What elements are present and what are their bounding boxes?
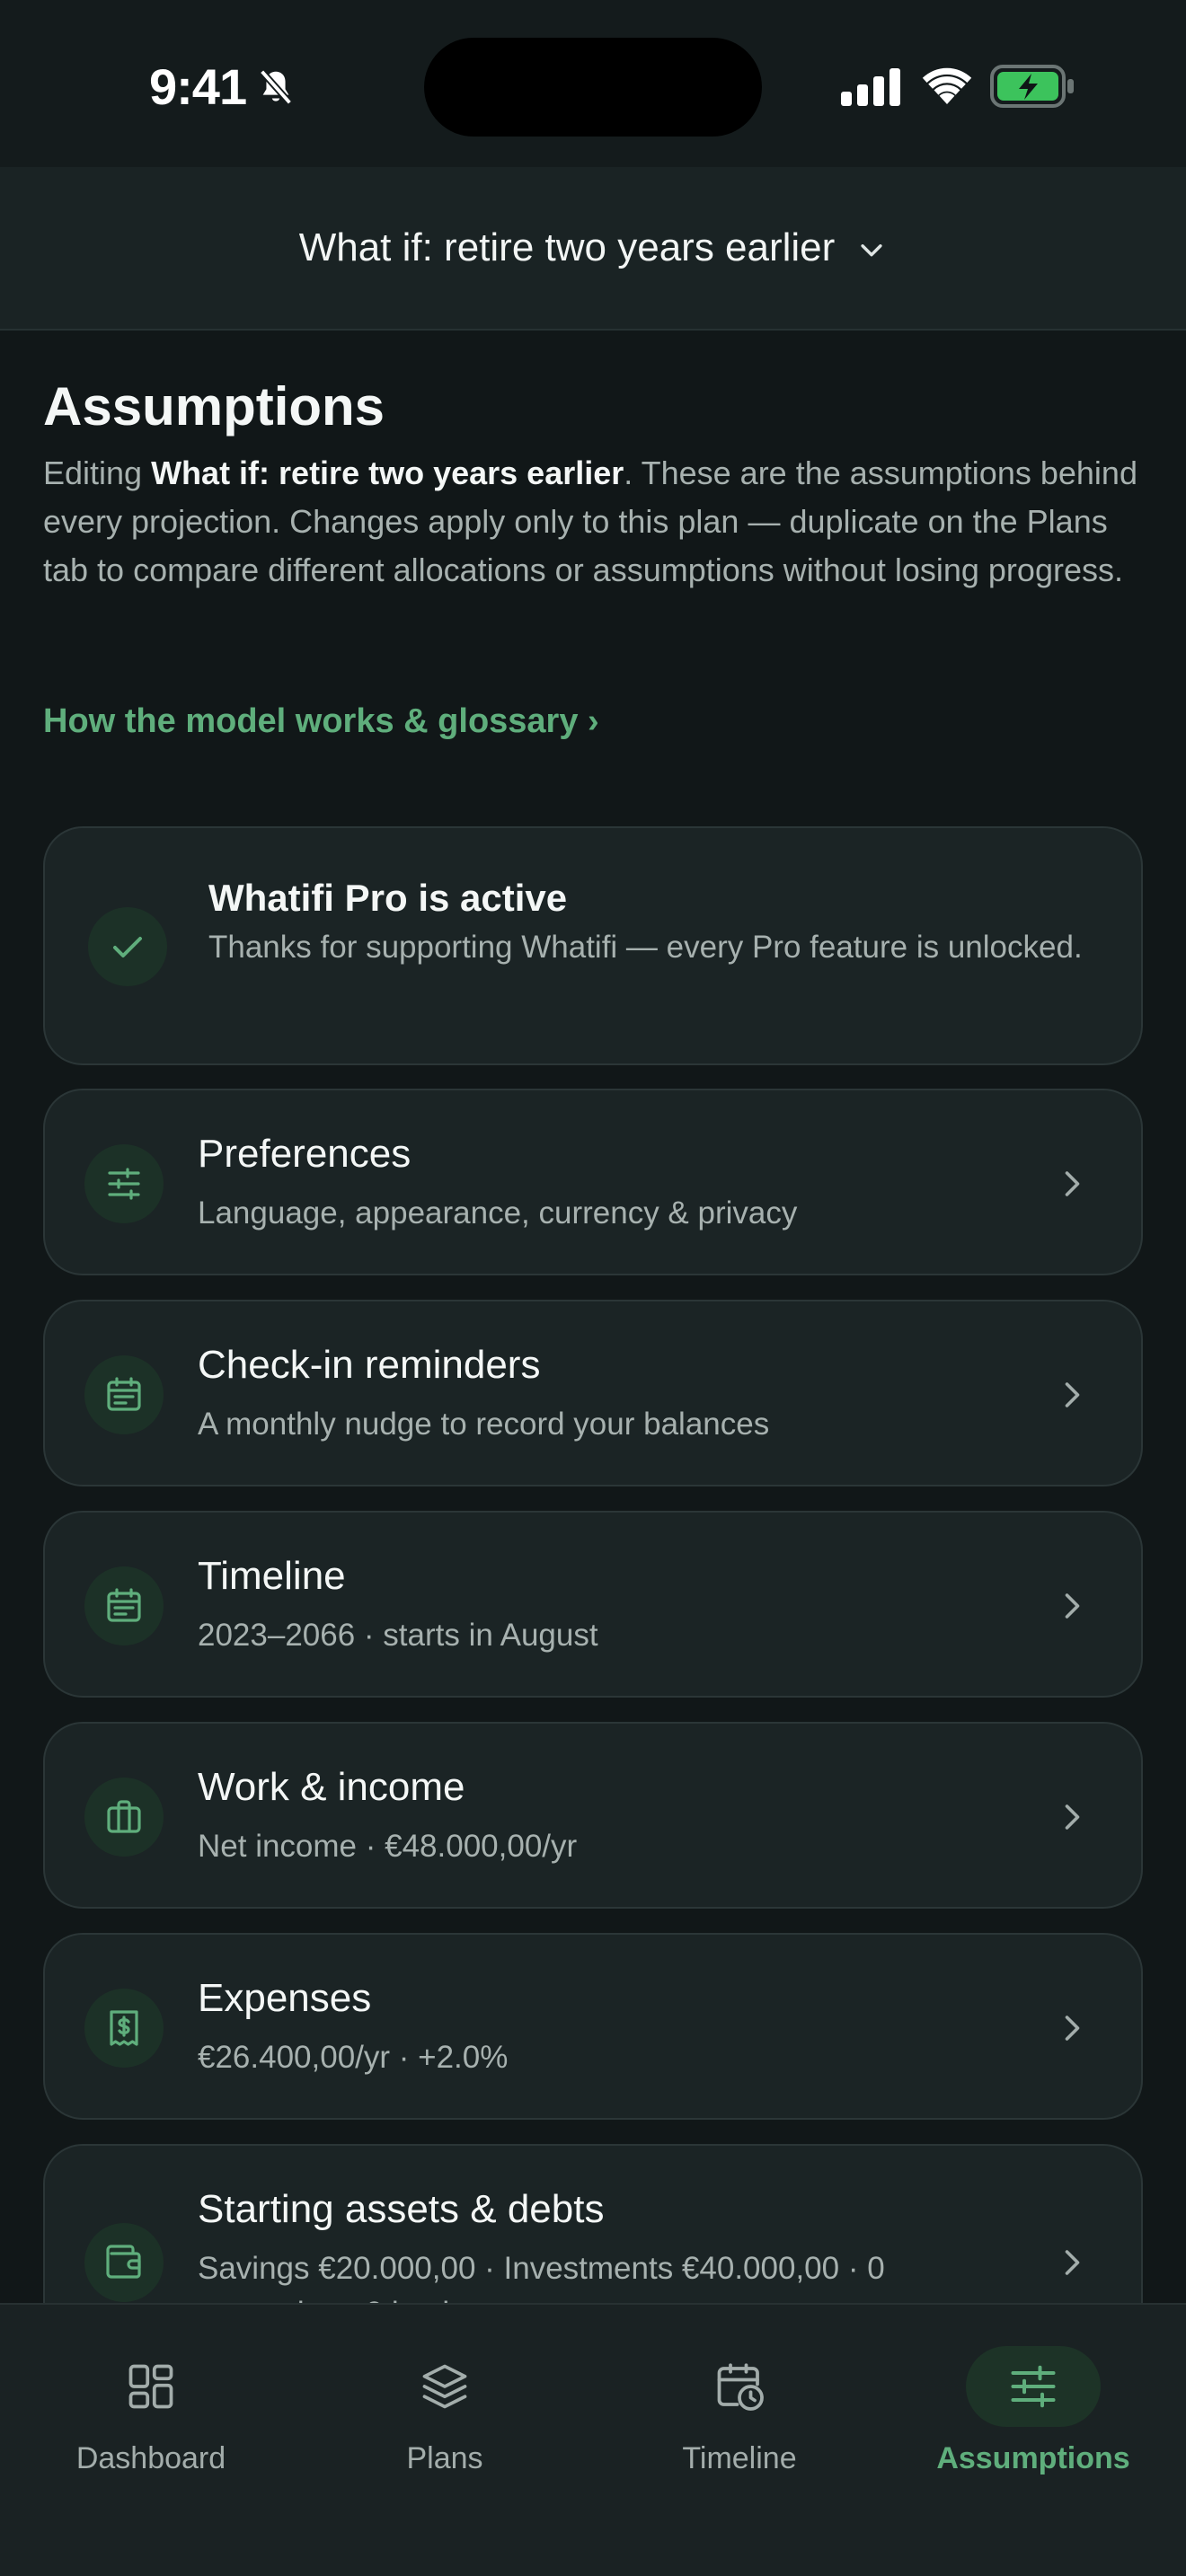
assets-icon-badge: [84, 2223, 164, 2302]
chevron-right-icon: [1065, 1382, 1080, 1407]
chevron-down-icon: [861, 244, 882, 257]
preferences-icon-badge: [84, 1144, 164, 1223]
checkmark-icon: [113, 937, 142, 957]
bell-muted-icon: [259, 69, 293, 105]
settings-row-title: Work & income: [198, 1765, 465, 1809]
status-time: 9:41: [149, 58, 247, 115]
settings-row-work-income[interactable]: Work & income Net income · €48.000,00/yr: [43, 1722, 1143, 1909]
tab-label: Plans: [406, 2441, 483, 2475]
tab-label: Timeline: [682, 2441, 797, 2475]
calendar-icon: [107, 1588, 141, 1622]
dashboard-icon: [128, 2364, 173, 2409]
settings-row-subtitle: €26.400,00/yr · +2.0%: [198, 2040, 509, 2075]
settings-row-subtitle: Net income · €48.000,00/yr: [198, 1829, 578, 1864]
plan-title: What if: retire two years earlier: [298, 225, 836, 269]
dynamic-island: [424, 38, 762, 137]
reminders-icon-badge: [84, 1355, 164, 1434]
tab-timeline[interactable]: Timeline: [623, 2346, 856, 2490]
settings-row-subtitle: Language, appearance, currency & privacy: [198, 1195, 798, 1231]
status-bar: 9:41: [0, 0, 1186, 167]
settings-row-subtitle: 2023–2066 · starts in August: [198, 1618, 598, 1653]
pro-check-badge: [88, 907, 167, 986]
tab-dashboard[interactable]: Dashboard: [34, 2346, 268, 2490]
page-title: Assumptions: [43, 376, 385, 437]
settings-row-subtitle: Savings €20.000,00 · Investments €40.000…: [198, 2251, 885, 2286]
calendar-icon: [107, 1377, 141, 1411]
settings-row-preferences[interactable]: Preferences Language, appearance, curren…: [43, 1089, 1143, 1275]
intro-plan-name: What if: retire two years earlier: [151, 454, 624, 491]
battery-charging-icon: [990, 65, 1074, 108]
settings-row-title: Preferences: [198, 1132, 412, 1176]
chevron-right-icon: [1065, 1171, 1080, 1196]
receipt-icon: [110, 2010, 138, 2046]
calendar-clock-icon: [717, 2363, 764, 2411]
income-icon-badge: [84, 1778, 164, 1857]
settings-row-title: Expenses: [198, 1976, 372, 2020]
pro-status-card: Whatifi Pro is active Thanks for support…: [43, 826, 1143, 1065]
settings-row-check-in-reminders[interactable]: Check-in reminders A monthly nudge to re…: [43, 1300, 1143, 1486]
cellular-signal-icon: [841, 68, 900, 106]
tab-plans[interactable]: Plans: [328, 2346, 562, 2490]
tab-assumptions[interactable]: Assumptions: [916, 2346, 1150, 2490]
pro-card-subtitle: Thanks for supporting Whatifi — every Pr…: [208, 930, 1083, 965]
chevron-right-icon: [1065, 1804, 1080, 1830]
tab-icon-wrap: [672, 2346, 807, 2427]
settings-row-title: Starting assets & debts: [198, 2187, 605, 2231]
pro-card-title: Whatifi Pro is active: [208, 877, 568, 919]
settings-row-expenses[interactable]: Expenses €26.400,00/yr · +2.0%: [43, 1933, 1143, 2120]
wallet-icon: [106, 2245, 141, 2279]
timeline-icon-badge: [84, 1566, 164, 1645]
tab-icon-wrap: [84, 2346, 218, 2427]
plan-switcher[interactable]: What if: retire two years earlier: [0, 167, 1186, 331]
tab-icon-wrap: [966, 2346, 1101, 2427]
glossary-link[interactable]: How the model works & glossary ›: [43, 702, 599, 741]
intro-prefix: Editing: [43, 454, 152, 491]
settings-row-subtitle: A monthly nudge to record your balances: [198, 1407, 770, 1442]
settings-row-title: Check-in reminders: [198, 1343, 541, 1387]
expenses-icon-badge: [84, 1989, 164, 2068]
chevron-right-icon: [1065, 2016, 1080, 2041]
tab-icon-wrap: [377, 2346, 512, 2427]
wifi-icon: [922, 67, 972, 104]
sliders-icon: [108, 1168, 140, 1200]
settings-row-title: Timeline: [198, 1554, 346, 1598]
tab-label: Assumptions: [936, 2441, 1130, 2475]
settings-row-timeline[interactable]: Timeline 2023–2066 · starts in August: [43, 1511, 1143, 1698]
layers-icon: [422, 2364, 467, 2409]
tab-label: Dashboard: [75, 2441, 226, 2475]
briefcase-icon: [107, 1800, 141, 1833]
sliders-icon: [1011, 2365, 1056, 2408]
chevron-right-icon: [1065, 1593, 1080, 1619]
chevron-right-icon: [1065, 2250, 1080, 2275]
tab-bar: Dashboard Plans Timeline Assumptions: [0, 2303, 1186, 2576]
intro-text: Editing What if: retire two years earlie…: [43, 449, 1143, 595]
